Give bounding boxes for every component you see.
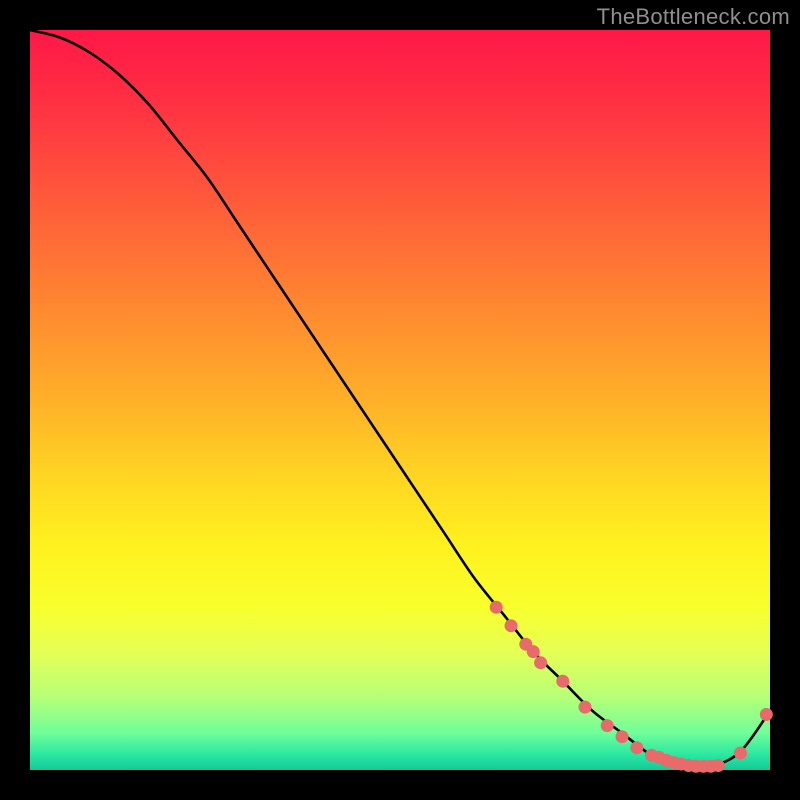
bottleneck-curve-path [30,30,770,768]
segment-point [527,645,540,658]
segment-point [734,746,747,759]
segment-point [712,759,725,772]
segment-point [534,656,547,669]
segment-point [556,675,569,688]
chart-stage: TheBottleneck.com [0,0,800,800]
curve-svg [30,30,770,770]
segment-point [490,601,503,614]
watermark-text: TheBottleneck.com [597,4,790,30]
segment-point [579,701,592,714]
segment-point [505,619,518,632]
plot-area [30,30,770,770]
segment-point [616,730,629,743]
segment-points-group [490,601,773,773]
segment-point [630,741,643,754]
segment-point [760,708,773,721]
segment-point [601,719,614,732]
